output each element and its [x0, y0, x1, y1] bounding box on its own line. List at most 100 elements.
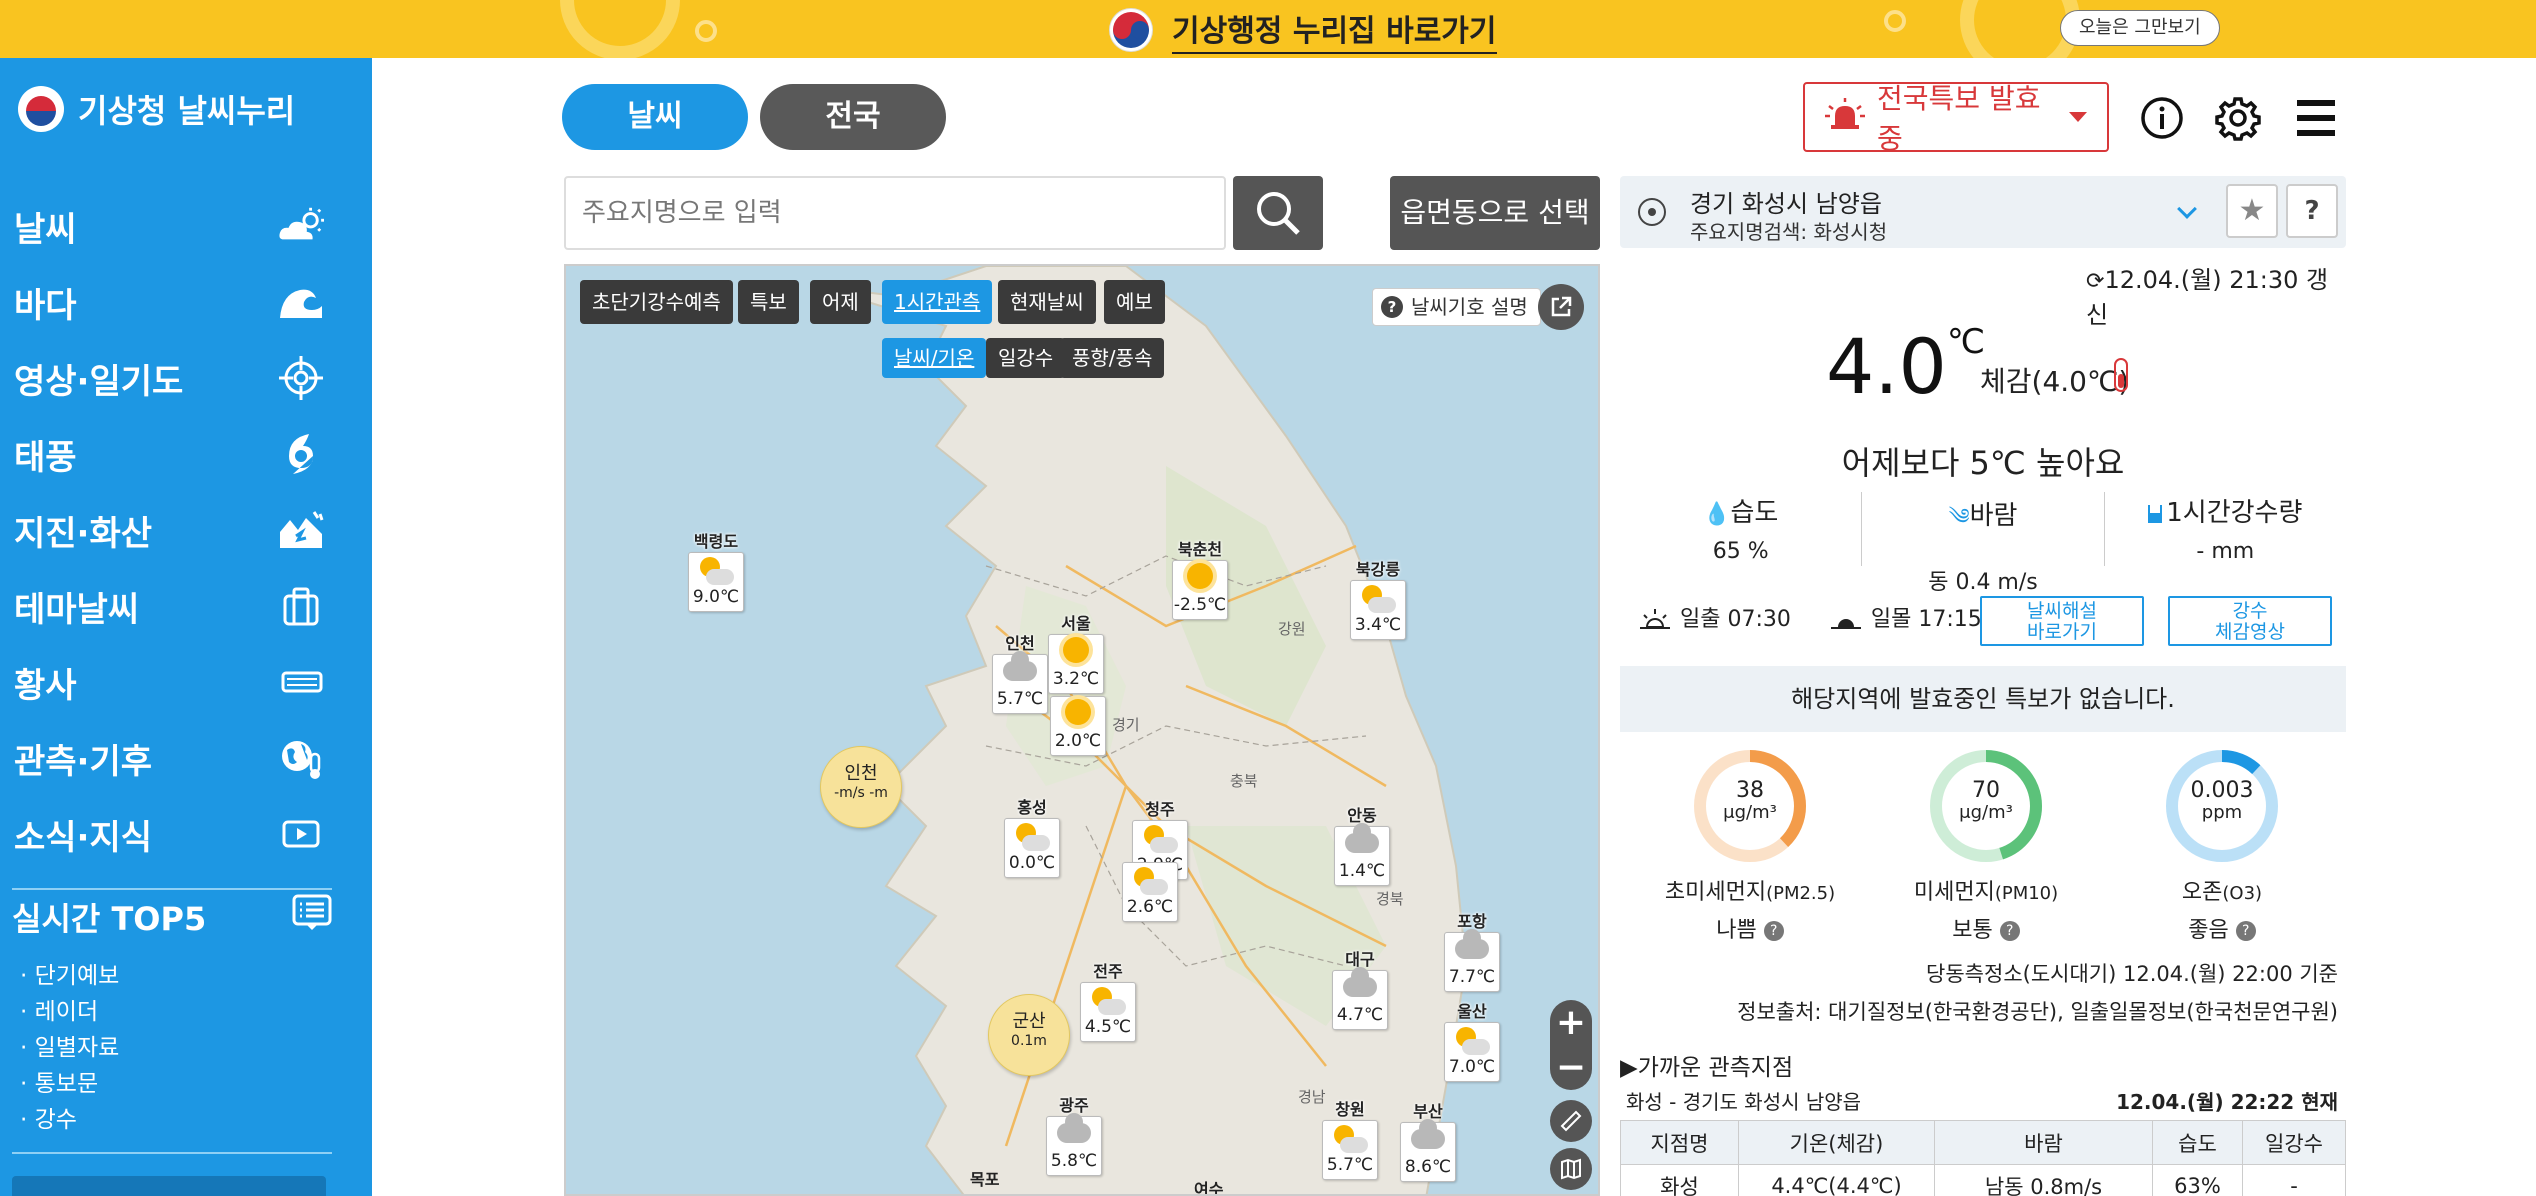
station-marker[interactable]: 울산 7.0℃ [1444, 998, 1500, 1082]
sidebar-item-earthquake[interactable]: 지진·화산 [0, 492, 372, 568]
help-icon[interactable]: ? [1999, 921, 2020, 941]
main-tabs: 날씨 전국 [562, 84, 946, 150]
sidebar-item-typhoon[interactable]: 태풍 [0, 416, 372, 492]
top5-item[interactable]: 강수 [20, 1102, 119, 1138]
banner-link[interactable]: 기상행정 누리집 바로가기 [1110, 6, 1497, 54]
ozone-value: 0.003 [2190, 778, 2254, 803]
chevron-down-icon[interactable] [2177, 199, 2197, 219]
sea-station-gunsan[interactable]: 군산 0.1m [988, 994, 1070, 1076]
station-marker[interactable]: 안동 1.4℃ [1334, 802, 1390, 886]
air-quality-ozone[interactable]: 0.003 ppm 오존(O3) 좋음 ? [2112, 748, 2332, 944]
location-target-icon[interactable] [1638, 198, 1666, 226]
search-button[interactable] [1233, 176, 1323, 250]
weather-map[interactable]: 초단기강수예측 특보 어제 1시간관측 현재날씨 예보 날씨/기온 일강수 풍향… [564, 264, 1600, 1196]
station-marker[interactable]: 북춘천 -2.5℃ [1172, 536, 1228, 620]
nearby-station-table: 지점명 기온(체감) 바람 습도 일강수 화성 4.4℃(4.4℃) 남동 0.… [1620, 1120, 2346, 1196]
rain-video-button[interactable]: 강수 체감영상 [2168, 596, 2332, 646]
chip-yesterday[interactable]: 어제 [810, 280, 871, 324]
help-icon[interactable]: ? [1763, 921, 1784, 941]
chip-weather-temp[interactable]: 날씨/기온 [882, 338, 987, 378]
sidebar-item-news[interactable]: 소식·지식 [0, 796, 372, 872]
sidebar-item-sea[interactable]: 바다 [0, 264, 372, 340]
update-time: ⟳12.04.(월) 21:30 갱신 [2086, 266, 2329, 329]
zoom-out-icon[interactable]: − [1556, 1049, 1586, 1085]
station-marker[interactable]: 전주 4.5℃ [1080, 958, 1136, 1042]
sidebar-item-theme[interactable]: 테마날씨 [0, 568, 372, 644]
station-marker[interactable]: 부산 8.6℃ [1400, 1098, 1456, 1182]
chip-daily-rain[interactable]: 일강수 [986, 338, 1066, 378]
station-marker[interactable]: 서울 3.2℃ [1048, 610, 1104, 694]
search-input[interactable]: 주요지명으로 입력 [564, 176, 1226, 250]
station-temp: 7.7℃ [1448, 967, 1496, 987]
region-label: 강원 [1278, 620, 1306, 638]
sidebar-item-label: 영상·일기도 [14, 361, 184, 402]
sidebar-item-label: 소식·지식 [14, 817, 153, 858]
station-marker[interactable]: 창원 5.7℃ [1322, 1096, 1378, 1180]
ruler-icon[interactable] [1550, 1100, 1592, 1142]
map-layer-icon[interactable] [1550, 1148, 1592, 1190]
station-marker[interactable]: 백령도 9.0℃ [688, 528, 744, 612]
zoom-in-icon[interactable]: + [1556, 1004, 1586, 1040]
banner-title[interactable]: 기상행정 누리집 바로가기 [1172, 6, 1497, 54]
table-cell: 화성 [1620, 1164, 1739, 1196]
help-button[interactable]: ? [2286, 184, 2338, 238]
station-marker[interactable]: 2.0℃ [1050, 696, 1106, 756]
top5-item[interactable]: 통보문 [20, 1066, 119, 1102]
air-measurement-source: 당동측정소(도시대기) 12.04.(월) 22:00 기준 [1926, 962, 2338, 986]
station-marker[interactable]: 포항 7.7℃ [1444, 908, 1500, 992]
sidebar-item-observation[interactable]: 관측·기후 [0, 720, 372, 796]
sidebar-bottom-button[interactable] [12, 1176, 326, 1196]
station-marker[interactable]: 대구 4.7℃ [1332, 946, 1388, 1030]
top5-item[interactable]: 단기예보 [20, 958, 120, 994]
station-temp: 2.0℃ [1054, 731, 1102, 751]
station-marker[interactable]: 인천 5.7℃ [992, 630, 1048, 714]
gear-icon[interactable] [2212, 92, 2264, 144]
weather-symbol-legend-button[interactable]: ? 날씨기호 설명 [1372, 288, 1541, 326]
realtime-top5-header[interactable]: 실시간 TOP5 [12, 894, 332, 940]
yesterday-comparison: 어제보다 5℃ 높아요 [1841, 444, 2125, 482]
sea-station-incheon[interactable]: 인천 -m/s -m [820, 746, 902, 828]
sidebar-item-weather[interactable]: 날씨 [0, 188, 372, 264]
weather-commentary-button[interactable]: 날씨해설 바로가기 [1980, 596, 2144, 646]
favorite-star-button[interactable]: ★ [2226, 184, 2278, 238]
tab-weather[interactable]: 날씨 [562, 84, 748, 150]
station-marker[interactable]: 2.6℃ [1122, 862, 1178, 922]
nearby-stations-title[interactable]: ▶가까운 관측지점 [1620, 1048, 1793, 1082]
air-quality-pm25[interactable]: 38 μg/m³ 초미세먼지(PM2.5) 나쁨 ? [1640, 748, 1860, 944]
help-icon[interactable]: ? [2235, 921, 2256, 941]
hamburger-menu-icon[interactable] [2290, 92, 2342, 144]
current-temperature: 4.0℃ [1826, 322, 1986, 411]
top5-item[interactable]: 레이더 [20, 994, 119, 1030]
sidebar-item-yellow-dust[interactable]: 황사 [0, 644, 372, 720]
station-marker[interactable]: 북강릉 3.4℃ [1350, 556, 1406, 640]
chip-warning[interactable]: 특보 [738, 280, 799, 324]
table-header: 지점명 [1620, 1120, 1739, 1165]
station-temp: 9.0℃ [692, 587, 740, 607]
site-logo[interactable]: 기상청 날씨누리 [18, 86, 295, 132]
station-temp: 4.7℃ [1336, 1005, 1384, 1025]
info-icon[interactable] [2136, 92, 2188, 144]
ozone-sub: (O3) [2222, 883, 2263, 904]
nationwide-alert-button[interactable]: 전국특보 발효중 [1803, 82, 2109, 155]
chip-forecast[interactable]: 예보 [1104, 280, 1165, 324]
chip-current-weather[interactable]: 현재날씨 [998, 280, 1096, 324]
chip-nowcast[interactable]: 초단기강수예측 [580, 280, 733, 324]
station-marker[interactable]: 광주 5.8℃ [1046, 1092, 1102, 1176]
ozone-unit: ppm [2201, 802, 2243, 823]
location-selector[interactable]: 경기 화성시 남양읍 주요지명검색: 화성시청 ★ ? [1620, 176, 2346, 248]
air-quality-pm10[interactable]: 70 μg/m³ 미세먼지(PM10) 보통 ? [1876, 748, 2096, 944]
tab-nationwide[interactable]: 전국 [760, 84, 946, 150]
site-logo-text: 기상청 날씨누리 [78, 92, 296, 130]
wind-stat: ༄바람 동 0.4 m/s [1862, 492, 2105, 595]
refresh-icon[interactable]: ⟳ [2086, 269, 2104, 294]
select-district-button[interactable]: 읍면동으로 선택 [1390, 176, 1600, 250]
top5-item[interactable]: 일별자료 [20, 1030, 120, 1066]
sidebar-item-imagery[interactable]: 영상·일기도 [0, 340, 372, 416]
chip-hourly-observation[interactable]: 1시간관측 [882, 280, 993, 324]
sea-station-name: 인천 [844, 763, 878, 784]
dismiss-today-button[interactable]: 오늘은 그만보기 [2060, 10, 2220, 46]
station-marker[interactable]: 홍성 0.0℃ [1004, 794, 1060, 878]
external-link-icon[interactable] [1538, 284, 1584, 330]
chip-wind[interactable]: 풍향/풍속 [1060, 338, 1165, 378]
taegeuk-logo-icon [1110, 9, 1152, 51]
